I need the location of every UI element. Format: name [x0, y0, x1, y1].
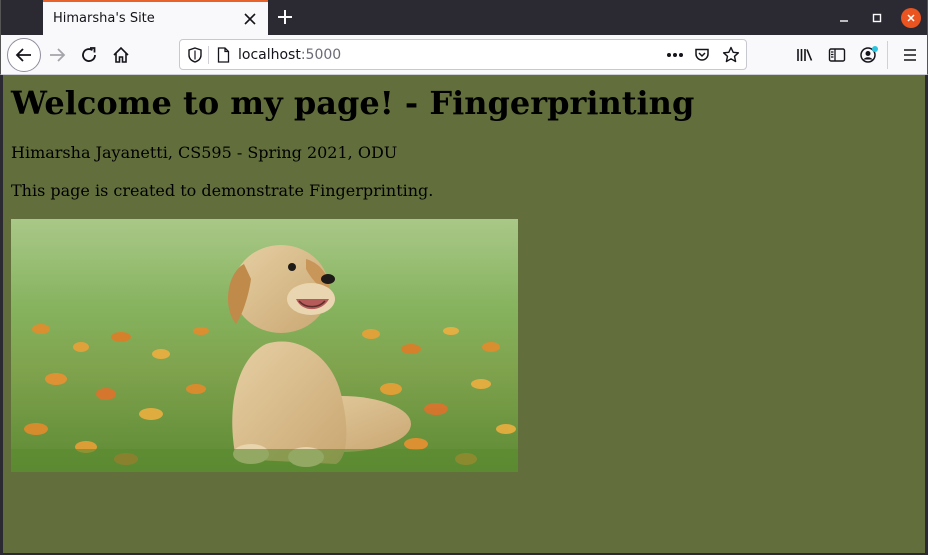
plus-icon: [278, 10, 292, 24]
close-window-button[interactable]: [901, 8, 921, 28]
url-host: localhost: [238, 46, 301, 63]
back-icon: [15, 48, 31, 62]
url-text[interactable]: localhost:5000: [238, 47, 341, 63]
close-icon: [907, 14, 915, 22]
forward-icon: [50, 48, 66, 62]
more-icon[interactable]: [666, 52, 684, 58]
forward-button[interactable]: [42, 40, 72, 70]
tab-title: Himarsha's Site: [53, 11, 155, 26]
sidebar-icon: [828, 48, 846, 62]
maximize-button[interactable]: [867, 8, 887, 28]
puppy-image: [11, 219, 518, 472]
tab-active[interactable]: Himarsha's Site: [43, 0, 268, 35]
toolbar-separator: [887, 41, 888, 69]
url-bar[interactable]: localhost:5000: [179, 39, 747, 70]
menu-button[interactable]: [895, 40, 925, 70]
author-line: Himarsha Jayanetti, CS595 - Spring 2021,…: [11, 143, 398, 162]
library-button[interactable]: [790, 40, 820, 70]
home-button[interactable]: [106, 40, 136, 70]
reload-icon: [82, 47, 96, 62]
menu-icon: [904, 49, 916, 61]
puppy-image-drawing: [11, 219, 518, 472]
star-icon[interactable]: [722, 46, 740, 64]
tab-strip: Himarsha's Site: [0, 0, 928, 35]
navigation-toolbar: localhost:5000: [0, 35, 928, 75]
close-tab-button[interactable]: [238, 7, 262, 31]
minimize-icon: [840, 20, 848, 22]
minimize-button[interactable]: [834, 8, 854, 28]
shield-icon[interactable]: [188, 46, 202, 63]
pocket-icon[interactable]: [694, 47, 710, 63]
account-icon: [860, 46, 878, 63]
back-button[interactable]: [7, 38, 41, 72]
home-icon: [113, 46, 129, 63]
account-button[interactable]: [854, 40, 884, 70]
reload-button[interactable]: [74, 40, 104, 70]
maximize-icon: [872, 13, 882, 23]
url-separator: [208, 46, 209, 64]
url-port: :5000: [300, 46, 342, 63]
page-icon[interactable]: [217, 46, 230, 63]
sidebar-button[interactable]: [822, 40, 852, 70]
library-icon: [797, 49, 813, 61]
new-tab-button[interactable]: [273, 5, 297, 29]
page-description: This page is created to demonstrate Fing…: [11, 181, 434, 200]
page-heading: Welcome to my page! - Fingerprinting: [11, 84, 695, 122]
page-content: Welcome to my page! - Fingerprinting Him…: [3, 75, 925, 553]
close-icon: [244, 12, 256, 25]
